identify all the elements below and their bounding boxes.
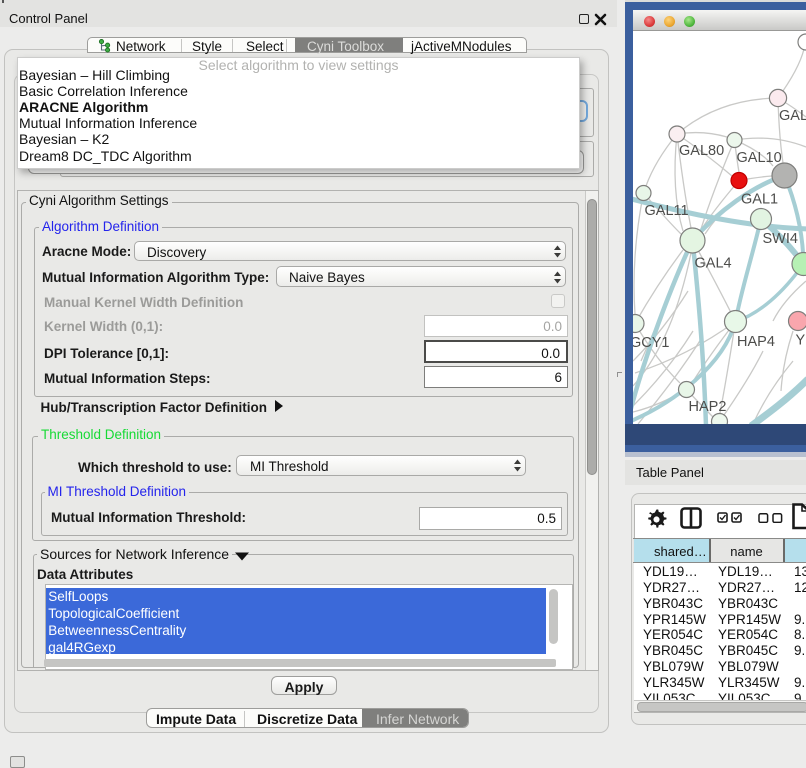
svg-text:HAP2: HAP2 [689, 399, 727, 415]
svg-text:SWI4: SWI4 [763, 231, 798, 247]
svg-text:GAL80: GAL80 [679, 143, 724, 159]
svg-text:GAL1: GAL1 [741, 192, 778, 208]
svg-text:HAP4: HAP4 [737, 334, 775, 350]
svg-text:GAL4: GAL4 [695, 256, 732, 272]
svg-text:GAL11: GAL11 [645, 203, 689, 219]
svg-text:GCY1: GCY1 [633, 335, 670, 351]
svg-text:GAL7: GAL7 [779, 108, 806, 124]
svg-text:Y: Y [796, 333, 806, 349]
svg-text:GAL10: GAL10 [737, 150, 782, 166]
